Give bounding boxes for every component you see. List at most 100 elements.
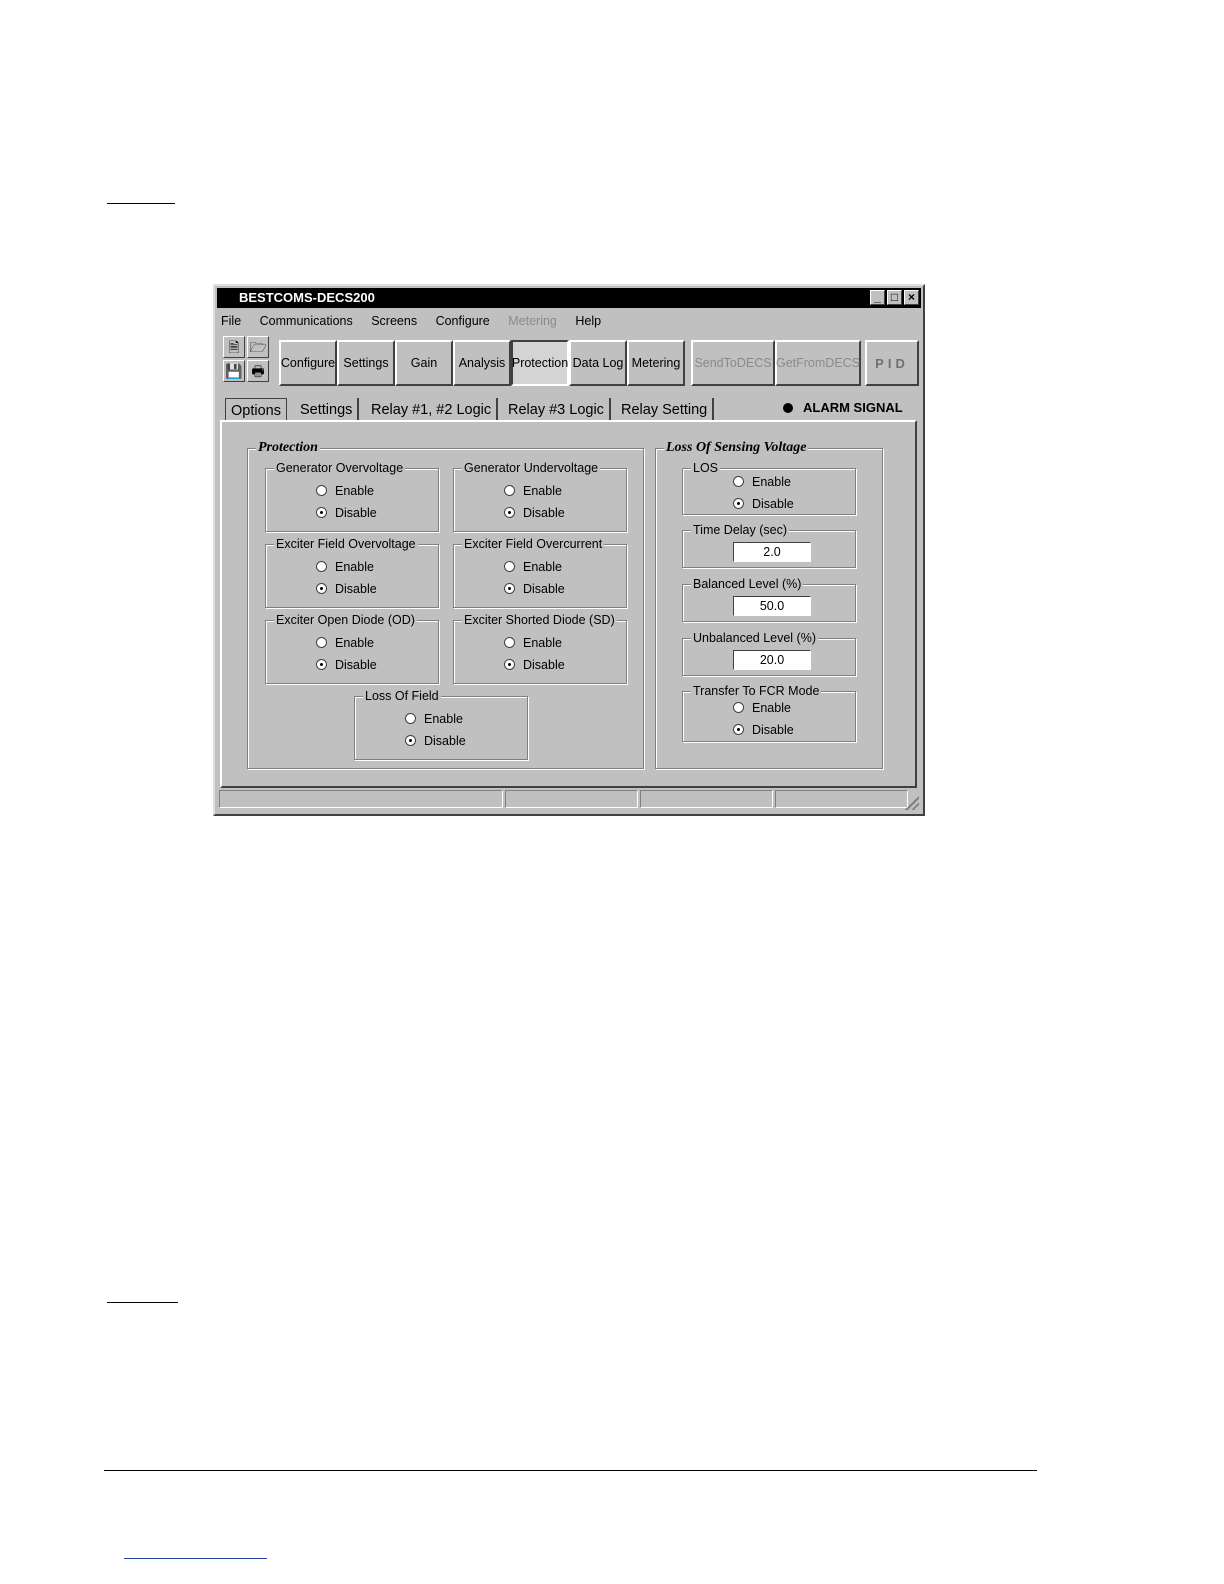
exciter-field-overvoltage-enable-radio[interactable]: Enable <box>316 560 374 574</box>
exciter-field-overcurrent-group: Exciter Field Overcurrent Enable Disable <box>453 536 627 608</box>
radio-on-icon <box>405 735 416 746</box>
pid-button[interactable]: PID <box>865 340 919 386</box>
application-window: BESTCOMS-DECS200 _ □ × File Communicatio… <box>213 284 925 816</box>
status-bar <box>219 790 919 810</box>
generator-overvoltage-title: Generator Overvoltage <box>274 460 406 476</box>
toolbar-analysis-button[interactable]: Analysis <box>453 340 511 386</box>
printer-icon[interactable]: 🖶 <box>247 360 269 382</box>
exciter-shorted-diode-enable-radio[interactable]: Enable <box>504 636 562 650</box>
loss-of-field-disable-radio[interactable]: Disable <box>405 734 466 748</box>
options-tab-panel: Protection Generator Overvoltage Enable … <box>220 420 917 788</box>
protection-group: Protection Generator Overvoltage Enable … <box>247 440 644 769</box>
status-cell <box>640 790 773 808</box>
exciter-shorted-diode-disable-radio[interactable]: Disable <box>504 658 565 672</box>
generator-overvoltage-enable-radio[interactable]: Enable <box>316 484 374 498</box>
loss-of-field-enable-radio[interactable]: Enable <box>405 712 463 726</box>
window-title: BESTCOMS-DECS200 <box>239 290 375 305</box>
radio-off-icon <box>504 561 515 572</box>
generator-undervoltage-disable-radio[interactable]: Disable <box>504 506 565 520</box>
balanced-level-group: Balanced Level (%) 50.0 <box>682 576 856 622</box>
toolbar: 🗎 🗁 💾 🖶 Configure Settings Gain Analysis… <box>219 334 919 386</box>
exciter-shorted-diode-title: Exciter Shorted Diode (SD) <box>462 612 617 628</box>
open-folder-icon[interactable]: 🗁 <box>247 336 269 358</box>
exciter-field-overvoltage-disable-radio[interactable]: Disable <box>316 582 377 596</box>
los-group: LOS Enable Disable <box>682 460 856 515</box>
exciter-field-overcurrent-disable-radio[interactable]: Disable <box>504 582 565 596</box>
time-delay-input[interactable]: 2.0 <box>733 542 811 562</box>
fcr-enable-radio[interactable]: Enable <box>733 701 791 715</box>
footer-link-underline <box>124 1558 267 1559</box>
generator-overvoltage-group: Generator Overvoltage Enable Disable <box>265 460 439 532</box>
alarm-led-icon <box>783 403 793 413</box>
loss-of-sensing-voltage-group: Loss Of Sensing Voltage LOS Enable Disab… <box>655 440 883 769</box>
menu-communications[interactable]: Communications <box>260 314 353 328</box>
tab-relay-1-2-logic[interactable]: Relay #1, #2 Logic <box>366 398 499 422</box>
radio-off-icon <box>316 485 327 496</box>
menu-screens[interactable]: Screens <box>371 314 417 328</box>
los-enable-radio[interactable]: Enable <box>733 475 791 489</box>
tab-settings[interactable]: Settings <box>295 398 360 422</box>
los-title: LOS <box>691 460 721 476</box>
status-cell <box>505 790 638 808</box>
generator-undervoltage-title: Generator Undervoltage <box>462 460 601 476</box>
menu-configure[interactable]: Configure <box>436 314 490 328</box>
exciter-open-diode-enable-radio[interactable]: Enable <box>316 636 374 650</box>
protection-group-title: Protection <box>256 440 320 456</box>
toolbar-configure-button[interactable]: Configure <box>279 340 337 386</box>
exciter-shorted-diode-group: Exciter Shorted Diode (SD) Enable Disabl… <box>453 612 627 684</box>
unbalanced-level-input[interactable]: 20.0 <box>733 650 811 670</box>
toolbar-gain-button[interactable]: Gain <box>395 340 453 386</box>
radio-off-icon <box>504 637 515 648</box>
toolbar-datalog-button[interactable]: Data Log <box>569 340 627 386</box>
radio-off-icon <box>316 637 327 648</box>
minimize-button[interactable]: _ <box>870 290 885 305</box>
toolbar-settings-button[interactable]: Settings <box>337 340 395 386</box>
menu-file[interactable]: File <box>221 314 241 328</box>
toolbar-protection-button[interactable]: Protection <box>511 340 569 386</box>
alarm-signal-indicator: ALARM SIGNAL <box>783 398 903 418</box>
exciter-open-diode-disable-radio[interactable]: Disable <box>316 658 377 672</box>
transfer-to-fcr-title: Transfer To FCR Mode <box>691 683 822 699</box>
exciter-field-overcurrent-title: Exciter Field Overcurrent <box>462 536 605 552</box>
menu-bar: File Communications Screens Configure Me… <box>221 310 616 332</box>
exciter-open-diode-group: Exciter Open Diode (OD) Enable Disable <box>265 612 439 684</box>
exciter-field-overvoltage-title: Exciter Field Overvoltage <box>274 536 418 552</box>
tab-relay-setting[interactable]: Relay Setting <box>616 398 715 422</box>
send-to-decs-button[interactable]: SendToDECS <box>691 340 775 386</box>
radio-off-icon <box>504 485 515 496</box>
tab-options[interactable]: Options <box>225 398 287 422</box>
generator-undervoltage-group: Generator Undervoltage Enable Disable <box>453 460 627 532</box>
title-bar: BESTCOMS-DECS200 _ □ × <box>217 288 921 308</box>
radio-on-icon <box>733 498 744 509</box>
tab-relay-3-logic[interactable]: Relay #3 Logic <box>503 398 611 422</box>
menu-help[interactable]: Help <box>575 314 601 328</box>
exciter-open-diode-title: Exciter Open Diode (OD) <box>274 612 417 628</box>
close-button[interactable]: × <box>904 290 919 305</box>
generator-undervoltage-enable-radio[interactable]: Enable <box>504 484 562 498</box>
exciter-field-overcurrent-enable-radio[interactable]: Enable <box>504 560 562 574</box>
maximize-button[interactable]: □ <box>887 290 902 305</box>
radio-on-icon <box>504 507 515 518</box>
new-file-icon[interactable]: 🗎 <box>223 336 245 358</box>
get-from-decs-button[interactable]: GetFromDECS <box>775 340 861 386</box>
save-disk-icon[interactable]: 💾 <box>223 360 245 382</box>
radio-off-icon <box>316 561 327 572</box>
balanced-level-input[interactable]: 50.0 <box>733 596 811 616</box>
radio-on-icon <box>504 583 515 594</box>
resize-grip-icon[interactable] <box>905 796 919 810</box>
fcr-disable-radio[interactable]: Disable <box>733 723 794 737</box>
loss-of-field-title: Loss Of Field <box>363 688 441 704</box>
radio-off-icon <box>405 713 416 724</box>
generator-overvoltage-disable-radio[interactable]: Disable <box>316 506 377 520</box>
menu-metering: Metering <box>508 314 557 328</box>
los-disable-radio[interactable]: Disable <box>733 497 794 511</box>
toolbar-metering-button[interactable]: Metering <box>627 340 685 386</box>
radio-off-icon <box>733 702 744 713</box>
exciter-field-overvoltage-group: Exciter Field Overvoltage Enable Disable <box>265 536 439 608</box>
footer-rule <box>104 1470 1037 1471</box>
loss-of-sensing-voltage-title: Loss Of Sensing Voltage <box>664 440 809 456</box>
radio-on-icon <box>733 724 744 735</box>
radio-on-icon <box>316 583 327 594</box>
radio-on-icon <box>316 659 327 670</box>
time-delay-group: Time Delay (sec) 2.0 <box>682 522 856 568</box>
